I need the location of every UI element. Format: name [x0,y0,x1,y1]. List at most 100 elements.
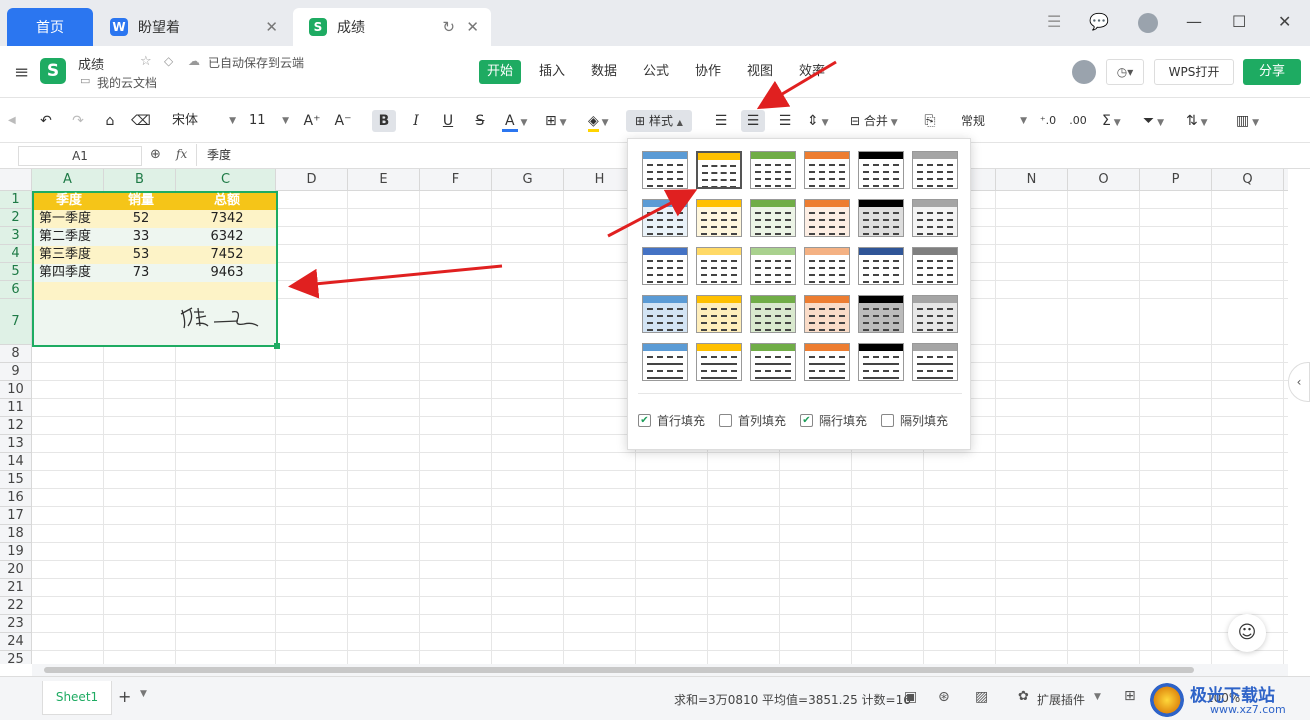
table-style-swatch[interactable] [912,295,958,333]
side-panel-toggle-icon[interactable]: ‹ [1288,362,1310,402]
extensions-button[interactable]: 扩展插件 [1037,691,1085,708]
column-header-d[interactable]: D [276,169,348,191]
row-header-9[interactable]: 9 [0,363,32,381]
column-header-a[interactable]: A [32,169,104,191]
row-header-10[interactable]: 10 [0,381,32,399]
column-header-q[interactable]: Q [1212,169,1284,191]
row-header-19[interactable]: 19 [0,543,32,561]
sort-icon[interactable]: ⇅ ▼ [1186,110,1216,132]
fx-icon[interactable]: fx [176,147,187,161]
row-header-4[interactable]: 4 [0,245,32,263]
globe-check-icon[interactable]: ⊛ [938,689,950,705]
row-header-24[interactable]: 24 [0,633,32,651]
hamburger-icon[interactable]: ≡ [14,62,29,83]
fill-handle[interactable] [274,343,280,349]
alternate-col-fill-checkbox[interactable]: 隔列填充 [881,412,948,429]
wrap-text-icon[interactable]: ⎘ [920,110,940,132]
tab-home[interactable]: 首页 [7,8,93,46]
column-header-f[interactable]: F [420,169,492,191]
table-style-swatch[interactable] [804,295,850,333]
row-header-16[interactable]: 16 [0,489,32,507]
row-header-13[interactable]: 13 [0,435,32,453]
cell-quarter[interactable]: 第一季度 [39,210,91,228]
cell-sales[interactable]: 33 [105,228,177,246]
avatar[interactable] [1138,13,1158,33]
table-style-swatch[interactable] [642,151,688,189]
font-decrease-icon[interactable]: A⁻ [333,110,353,132]
table-style-swatch[interactable] [696,295,742,333]
cell-sales[interactable]: 73 [105,264,177,282]
cell-total[interactable]: 6342 [177,228,277,246]
sum-icon[interactable]: Σ ▼ [1102,110,1132,132]
first-row-fill-checkbox[interactable]: ✔ 首行填充 [638,412,705,429]
menu-lines-icon[interactable]: ☰ [1047,12,1061,31]
tag-icon[interactable]: ◇ [164,54,173,68]
table-style-swatch[interactable] [696,199,742,237]
menu-tab-view[interactable]: 视图 [739,60,781,84]
table-style-swatch[interactable] [696,247,742,285]
table-style-swatch[interactable] [642,295,688,333]
maximize-icon[interactable]: ☐ [1232,12,1246,31]
cell-quarter[interactable]: 第三季度 [39,246,91,264]
vertical-align-icon[interactable]: ⇕ ▼ [807,110,837,132]
table-style-swatch[interactable] [642,247,688,285]
table-style-swatch[interactable] [750,199,796,237]
selection-summary[interactable]: 求和=3万0810 平均值=3851.25 计数=16 [674,691,911,708]
table-style-swatch[interactable] [804,247,850,285]
menu-tab-efficiency[interactable]: 效率 [791,60,833,84]
number-format-select[interactable]: 常规 ▼ [961,110,1027,132]
table-style-swatch[interactable] [858,295,904,333]
underline-icon[interactable]: U [438,110,458,132]
select-all-corner[interactable] [0,169,32,191]
first-col-fill-checkbox[interactable]: 首列填充 [719,412,786,429]
border-icon[interactable]: ⊞ ▼ [545,110,577,132]
zoom-lookup-icon[interactable]: ⊕ [150,147,161,162]
row-header-8[interactable]: 8 [0,345,32,363]
column-header-h[interactable]: H [564,169,636,191]
window-close-icon[interactable]: ✕ [1278,12,1291,31]
strikethrough-icon[interactable]: S [470,110,490,132]
add-sheet-icon[interactable]: + [118,687,131,706]
assistant-icon[interactable]: ☺ [1228,614,1266,652]
scrollbar-thumb[interactable] [44,667,1194,673]
handwritten-signature-image[interactable] [178,302,262,332]
sheet-menu-chevron-icon[interactable]: ▼ [140,689,147,699]
file-name[interactable]: 成绩 [78,54,104,73]
name-box[interactable]: A1 [18,146,142,166]
user-avatar[interactable] [1072,60,1096,84]
table-style-swatch[interactable] [858,247,904,285]
table-style-swatch[interactable] [750,151,796,189]
close-icon[interactable]: ✕ [265,18,278,36]
column-header-o[interactable]: O [1068,169,1140,191]
column-header-b[interactable]: B [104,169,176,191]
menu-tab-data[interactable]: 数据 [583,60,625,84]
menu-tab-formula[interactable]: 公式 [635,60,677,84]
table-style-swatch[interactable] [912,343,958,381]
table-style-swatch[interactable] [912,247,958,285]
table-style-swatch[interactable] [642,343,688,381]
bold-icon[interactable]: B [372,110,396,132]
wps-open-button[interactable]: WPS打开 [1154,59,1234,85]
history-icon[interactable]: ◷▾ [1106,59,1144,85]
table-style-swatch[interactable] [750,295,796,333]
row-header-25[interactable]: 25 [0,651,32,664]
format-painter-icon[interactable]: ⌂ [100,110,120,132]
row-header-3[interactable]: 3 [0,227,32,245]
protect-icon[interactable]: ▣ [904,689,917,705]
table-style-swatch[interactable] [912,199,958,237]
column-header-p[interactable]: P [1140,169,1212,191]
italic-icon[interactable]: I [406,110,426,132]
table-style-swatch[interactable] [750,343,796,381]
font-size-select[interactable]: 11 ▼ [249,110,289,132]
row-header-17[interactable]: 17 [0,507,32,525]
cell-quarter[interactable]: 第二季度 [39,228,91,246]
row-header-23[interactable]: 23 [0,615,32,633]
row-header-2[interactable]: 2 [0,209,32,227]
row-header-1[interactable]: 1 [0,191,32,209]
decrease-decimal-icon[interactable]: .00 [1068,110,1088,132]
row-header-14[interactable]: 14 [0,453,32,471]
share-button[interactable]: 分享 [1243,59,1301,85]
table-style-swatch[interactable] [858,151,904,189]
font-increase-icon[interactable]: A⁺ [302,110,322,132]
tab-doc-panwangzhe[interactable]: W 盼望着 ✕ [96,8,290,46]
